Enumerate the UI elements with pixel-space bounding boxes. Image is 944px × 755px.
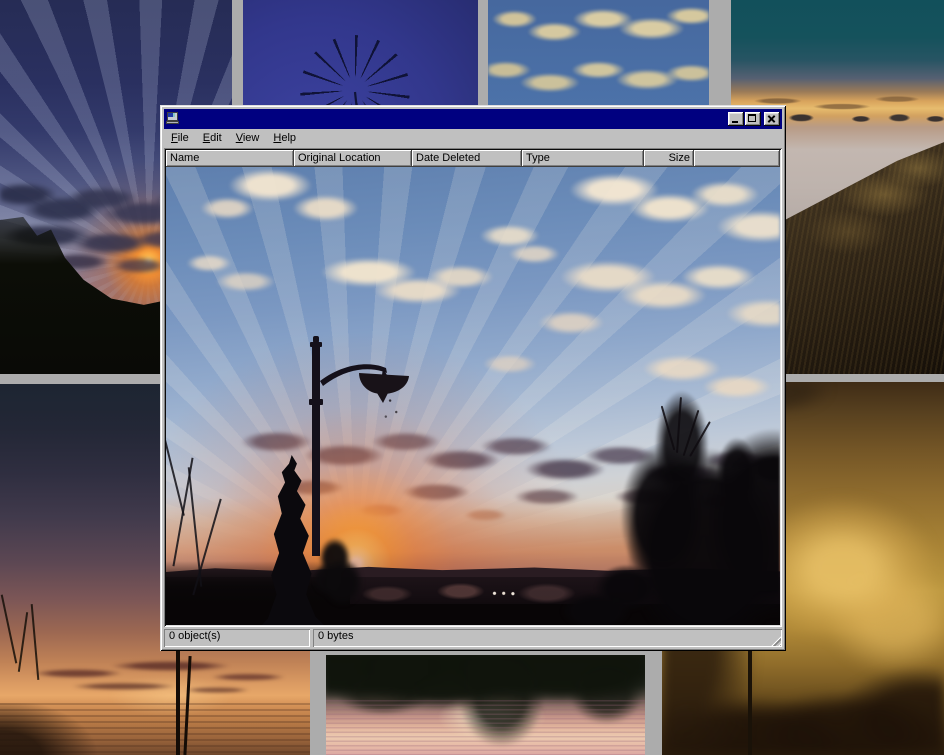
column-header-row: NameOriginal LocationDate DeletedTypeSiz… bbox=[166, 150, 780, 167]
computer-icon-base bbox=[166, 121, 179, 124]
menu-bar: FileEditViewHelp bbox=[164, 129, 782, 148]
menu-item-help[interactable]: Help bbox=[267, 130, 304, 147]
menu-item-edit[interactable]: Edit bbox=[197, 130, 230, 147]
right-tree-mass bbox=[166, 167, 780, 625]
status-panel-objects: 0 object(s) bbox=[164, 629, 310, 647]
close-button[interactable] bbox=[764, 112, 780, 126]
column-header-filler[interactable] bbox=[694, 150, 780, 167]
photo-lamppost-sunset bbox=[166, 167, 780, 625]
menu-item-file[interactable]: File bbox=[165, 130, 197, 147]
status-bar: 0 object(s)0 bytes bbox=[164, 629, 782, 647]
title-bar[interactable] bbox=[164, 109, 782, 129]
computer-icon-screen-glint bbox=[173, 113, 175, 117]
column-header-type[interactable]: Type bbox=[522, 150, 644, 167]
computer-icon bbox=[166, 112, 181, 126]
menu-accelerator: V bbox=[236, 132, 243, 144]
status-panel-bytes: 0 bytes bbox=[313, 629, 782, 647]
column-header-name[interactable]: Name bbox=[166, 150, 294, 167]
column-header-original-location[interactable]: Original Location bbox=[294, 150, 412, 167]
menu-label: dit bbox=[210, 132, 222, 144]
dusk-water-ripples bbox=[0, 703, 310, 755]
recycle-bin-window: FileEditViewHelp NameOriginal LocationDa… bbox=[160, 105, 786, 651]
desktop: { "window": { "title": "", "icon": "comp… bbox=[0, 0, 944, 755]
menu-accelerator: F bbox=[171, 132, 178, 144]
menu-accelerator: E bbox=[203, 132, 210, 144]
minimize-icon bbox=[732, 121, 738, 123]
maximize-icon bbox=[748, 114, 756, 122]
menu-label: ile bbox=[178, 132, 189, 144]
column-header-size[interactable]: Size bbox=[644, 150, 694, 167]
menu-label: elp bbox=[281, 132, 296, 144]
menu-label: iew bbox=[243, 132, 260, 144]
minimize-button[interactable] bbox=[728, 112, 744, 126]
menu-item-view[interactable]: View bbox=[230, 130, 268, 147]
water-pole bbox=[176, 646, 180, 755]
golden-pole bbox=[748, 651, 752, 755]
resize-grip[interactable] bbox=[769, 634, 781, 646]
window-controls bbox=[727, 112, 780, 126]
list-view: NameOriginal LocationDate DeletedTypeSiz… bbox=[164, 148, 782, 627]
reflection-ripples bbox=[326, 700, 645, 755]
photo-sunset-reflection bbox=[326, 655, 645, 755]
maximize-button[interactable] bbox=[745, 112, 761, 126]
column-header-date-deleted[interactable]: Date Deleted bbox=[412, 150, 522, 167]
